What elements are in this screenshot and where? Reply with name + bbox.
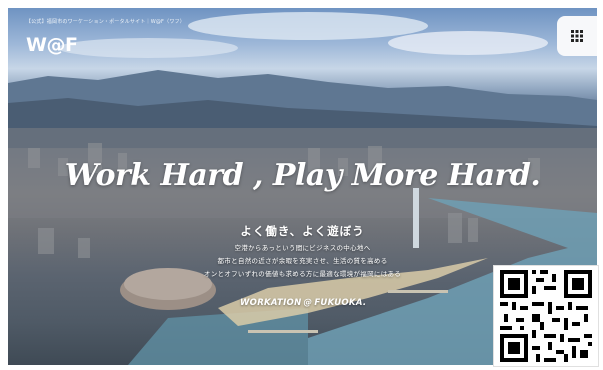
site-tagline: 【公式】福岡市のワーケーション・ポータルサイト｜W@F（ワフ） — [26, 19, 185, 25]
hero-sub-headline: よく働き、よく遊ぼう — [240, 224, 365, 238]
brand-mark-symbol: @ — [303, 298, 313, 308]
menu-button[interactable] — [557, 16, 597, 56]
brand-mark-left: WORKATION — [240, 298, 302, 308]
brand-mark-right: FUKUOKA. — [314, 298, 367, 308]
qr-code[interactable] — [493, 265, 599, 367]
site-logo[interactable]: W@F — [26, 34, 78, 56]
qr-code-icon — [496, 266, 596, 366]
grid-menu-icon — [571, 30, 583, 42]
hero-headline: Work Hard , Play More Hard. — [64, 158, 541, 193]
workation-fukuoka-logo: WORKATION @ FUKUOKA. — [240, 298, 366, 308]
hero-body-line: 空港からあっという間にビジネスの中心地へ — [234, 244, 371, 252]
